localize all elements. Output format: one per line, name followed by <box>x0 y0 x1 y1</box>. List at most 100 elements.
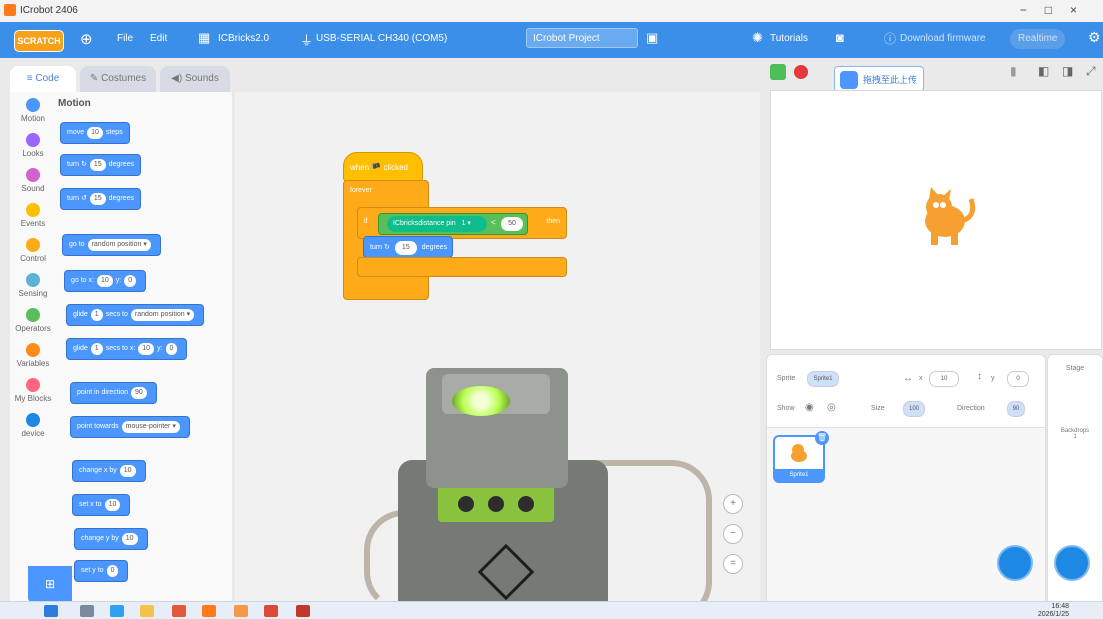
block-input[interactable]: 1 <box>90 343 103 355</box>
palette-block[interactable]: change x by 10 <box>72 460 146 482</box>
block-input[interactable]: 90 <box>130 387 147 399</box>
block-input[interactable]: random position ▾ <box>87 239 151 251</box>
hide-eye-icon[interactable]: ◎ <box>827 402 836 413</box>
scratch-logo[interactable]: SCRATCH <box>14 30 64 52</box>
block-input[interactable]: random position ▾ <box>130 309 195 321</box>
add-extension-button[interactable]: ⊞ <box>28 566 72 602</box>
tab-costumes[interactable]: ✎ Costumes <box>80 66 156 92</box>
choose-backdrop-button[interactable] <box>1054 545 1090 581</box>
settings-gear-icon[interactable]: ⚙ <box>1088 29 1101 46</box>
small-stage-icon[interactable]: ◧ <box>1038 64 1049 78</box>
block-input[interactable]: 0 <box>106 565 119 577</box>
x-input[interactable]: 10 <box>929 371 959 387</box>
block-input[interactable]: 10 <box>96 275 113 287</box>
save-icon[interactable]: ▣ <box>646 30 658 46</box>
stage-canvas[interactable] <box>770 90 1102 350</box>
start-icon[interactable] <box>44 605 58 617</box>
project-title-input[interactable]: ICrobot Project <box>526 28 638 48</box>
block-input[interactable]: 1 <box>90 309 103 321</box>
block-input[interactable]: 10 <box>138 343 155 355</box>
palette-block[interactable]: set x to 10 <box>72 494 131 516</box>
category-control[interactable]: Control <box>10 238 56 263</box>
sprite-name-input[interactable]: Sprite1 <box>807 371 839 387</box>
zoom-reset-button[interactable]: = <box>723 554 743 574</box>
app-icon-2[interactable] <box>234 605 248 617</box>
category-motion[interactable]: Motion <box>10 98 56 123</box>
mode-toggle[interactable]: Realtime <box>1010 29 1066 49</box>
palette-block[interactable]: set y to 0 <box>74 560 129 582</box>
category-operators[interactable]: Operators <box>10 308 56 333</box>
palette-block[interactable]: point towards mouse-pointer ▾ <box>70 416 190 438</box>
block-input[interactable]: 10 <box>87 127 103 139</box>
block-input[interactable]: 10 <box>119 465 136 477</box>
category-dot-icon <box>26 98 40 112</box>
fullscreen-icon[interactable]: ⤢ <box>1086 64 1096 79</box>
menu-tutorials[interactable]: Tutorials <box>770 33 808 44</box>
category-sensing[interactable]: Sensing <box>10 273 56 298</box>
palette-block[interactable]: glide 1 secs to x: 10 y: 0 <box>66 338 188 360</box>
globe-icon[interactable]: ⊕ <box>80 30 93 48</box>
taskbar-clock[interactable]: 16:48 2026/1/25 <box>1038 603 1069 619</box>
y-input[interactable]: 0 <box>1007 371 1029 387</box>
menu-file[interactable]: File <box>117 33 133 44</box>
wps-icon[interactable] <box>172 605 186 617</box>
turn-right-block[interactable]: turn ↻ 15 degrees <box>363 236 453 258</box>
drag-upload-button[interactable]: 拖拽至此上传 <box>834 66 924 92</box>
menu-edit[interactable]: Edit <box>150 33 167 44</box>
icrobot-taskbar-icon[interactable] <box>202 605 216 617</box>
category-events[interactable]: Events <box>10 203 56 228</box>
block-input[interactable]: 15 <box>89 159 106 171</box>
block-input[interactable]: 0 <box>165 343 178 355</box>
palette-block[interactable]: move 10 steps <box>60 122 130 144</box>
zoom-out-button[interactable]: − <box>723 524 743 544</box>
category-device[interactable]: device <box>10 413 56 438</box>
choose-sprite-button[interactable] <box>997 545 1033 581</box>
delete-sprite-icon[interactable]: 🗑 <box>815 431 829 445</box>
block-input[interactable]: mouse-pointer ▾ <box>121 421 180 433</box>
palette-block[interactable]: turn ↺ 15 degrees <box>60 188 141 210</box>
zoom-in-button[interactable]: + <box>723 494 743 514</box>
download-firmware-button[interactable]: Download firmware <box>900 33 986 44</box>
app-icon-4[interactable] <box>296 605 310 617</box>
distance-sensor-reporter[interactable]: ICbricksdistance pin 1 ▾ <box>387 216 487 232</box>
palette-block[interactable]: go to x: 10 y: 0 <box>64 270 147 292</box>
if-then-block[interactable]: if ICbricksdistance pin 1 ▾ < 50 then <box>357 207 567 239</box>
palette-block[interactable]: go to random position ▾ <box>62 234 161 256</box>
app-icon-3[interactable] <box>264 605 278 617</box>
large-stage-icon[interactable]: ◨ <box>1062 64 1073 78</box>
tab-sounds[interactable]: ◀) Sounds <box>160 66 230 92</box>
less-than-operator-block[interactable]: ICbricksdistance pin 1 ▾ < 50 <box>378 213 528 235</box>
cat-sprite[interactable] <box>911 187 981 247</box>
taskview-icon[interactable] <box>80 605 94 617</box>
block-input[interactable]: 10 <box>121 533 138 545</box>
category-sound[interactable]: Sound <box>10 168 56 193</box>
stop-button[interactable] <box>794 65 808 79</box>
connection-status[interactable]: USB-SERIAL CH340 (COM5) <box>316 33 447 44</box>
edge-icon[interactable] <box>110 605 124 617</box>
size-input[interactable]: 100 <box>903 401 925 417</box>
tab-code[interactable]: ≡ Code <box>10 66 76 92</box>
category-my-blocks[interactable]: My Blocks <box>10 378 56 403</box>
pin-dropdown[interactable]: 1 ▾ <box>462 220 471 227</box>
camera-icon[interactable]: ◙ <box>836 30 844 45</box>
window-controls[interactable]: −□× <box>1020 3 1095 17</box>
show-eye-icon[interactable]: ◉ <box>805 402 814 413</box>
compare-value-input[interactable]: 50 <box>501 217 523 231</box>
green-flag-button[interactable] <box>770 64 786 80</box>
turn-degrees-input[interactable]: 15 <box>394 241 417 255</box>
block-input[interactable]: 15 <box>89 193 106 205</box>
category-looks[interactable]: Looks <box>10 133 56 158</box>
category-variables[interactable]: Variables <box>10 343 56 368</box>
palette-block[interactable]: change y by 10 <box>74 528 148 550</box>
palette-block[interactable]: point in direction 90 <box>70 382 157 404</box>
when-flag-clicked-block[interactable]: when 🏴 clicked <box>343 152 423 182</box>
stage-selector[interactable]: Stage Backdrops 1 <box>1047 354 1103 606</box>
sprite-thumbnail[interactable]: 🗑 Sprite1 <box>773 431 829 483</box>
folder-icon[interactable] <box>140 605 154 617</box>
palette-block[interactable]: glide 1 secs to random position ▾ <box>66 304 205 326</box>
direction-input[interactable]: 90 <box>1007 401 1025 417</box>
block-input[interactable]: 10 <box>104 499 121 511</box>
palette-block[interactable]: turn ↻ 15 degrees <box>60 154 141 176</box>
menu-extension[interactable]: ICBricks2.0 <box>218 33 269 44</box>
block-input[interactable]: 0 <box>124 275 137 287</box>
